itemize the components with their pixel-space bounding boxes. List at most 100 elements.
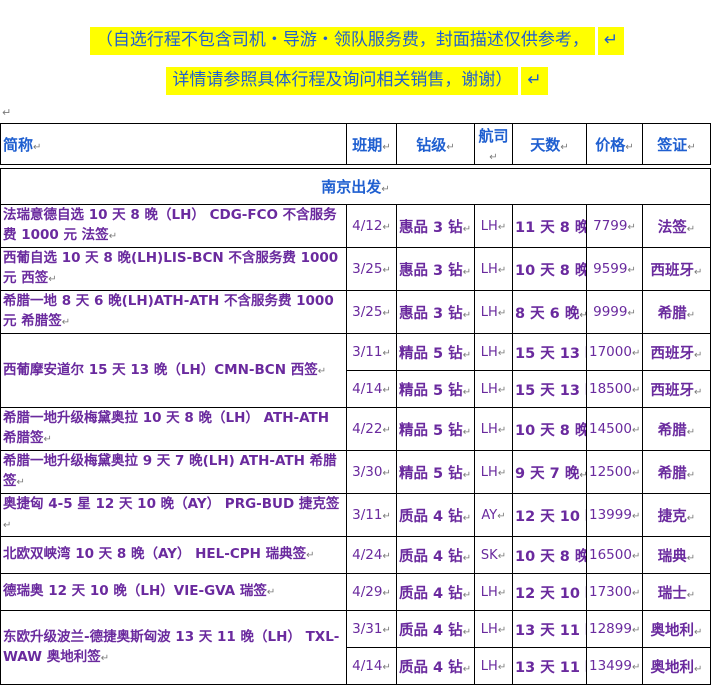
departure-date: 4/12↵ (346, 204, 397, 248)
cell-mark: ↵ (497, 510, 506, 522)
airline-code: LH↵ (474, 204, 513, 248)
grade-level: 精品 5 钻↵ (396, 333, 475, 371)
cell-mark: ↵ (497, 264, 507, 276)
cell-mark: ↵ (686, 426, 696, 438)
visa-country: 西班牙↵ (642, 247, 711, 291)
cell-mark: ↵ (43, 434, 52, 445)
airline-code: LH↵ (474, 333, 513, 371)
grade-level: 惠品 3 钻↵ (396, 204, 475, 248)
visa-country: 奥地利↵ (642, 610, 711, 648)
notice-line-2: 详情请参照具体行程及询问相关销售，谢谢） ↵ (0, 67, 714, 95)
visa-country: 捷克↵ (642, 493, 711, 537)
cell-mark: ↵ (382, 308, 391, 319)
table-row: 德瑞奥 12 天 10 晚（LH）VIE-GVA 瑞签↵ 4/29↵ 质品 4 钻↵… (0, 573, 711, 611)
header-airline: 航司↵ (474, 123, 513, 165)
cell-mark: ↵ (382, 625, 391, 636)
cell-mark: ↵ (579, 470, 585, 481)
cell-mark: ↵ (462, 223, 472, 235)
price-value: 12899↵ (586, 610, 643, 648)
table-row: 北欧双峡湾 10 天 8 晚（AY） HEL-CPH 瑞典签↵ 4/24↵ 质品 4… (0, 536, 711, 574)
departure-date: 3/25↵ (346, 290, 397, 334)
table-row: 法瑞意德自选 10 天 8 晚（LH） CDG-FCO 不含服务费 1000 元… (0, 204, 711, 248)
price-value: 14500↵ (586, 407, 643, 451)
cell-mark: ↵ (694, 663, 703, 675)
cell-mark: ↵ (694, 349, 703, 361)
trip-days: 9 天 7 晚↵ (512, 450, 587, 494)
cell-mark: ↵ (462, 552, 472, 564)
price-value: 17000↵ (586, 333, 643, 371)
header-price: 价格↵ (586, 123, 643, 165)
cell-mark: ↵ (462, 386, 472, 398)
table-row: 东欧升级波兰-德捷奥斯匈波 13 天 11 晚（LH） TXL-WAW 奥地利签… (0, 610, 711, 685)
cell-mark: ↵ (497, 624, 507, 636)
grade-level: 惠品 3 钻↵ (396, 247, 475, 291)
trip-days: 11 天 8 晚↵ (512, 204, 587, 248)
price-value: 13499↵ (586, 647, 643, 685)
cell-mark: ↵ (627, 265, 636, 276)
price-value: 7799↵ (586, 204, 643, 248)
visa-country: 西班牙↵ (642, 370, 711, 408)
grade-level: 质品 4 钻↵ (396, 493, 475, 537)
cell-mark: ↵ (497, 221, 507, 233)
notice-text-2: 详情请参照具体行程及询问相关销售，谢谢） (172, 70, 513, 90)
cell-mark: ↵ (462, 663, 472, 675)
grade-level: 精品 5 钻↵ (396, 407, 475, 451)
tour-name: 希腊一地升级梅黛奥拉 9 天 7 晚(LH) ATH-ATH 希腊签↵ (0, 450, 347, 494)
grade-level: 精品 5 钻↵ (396, 370, 475, 408)
airline-code: LH↵ (474, 610, 513, 648)
trip-days: 12 天 10 晚↵ (512, 573, 587, 611)
cell-mark: ↵ (631, 385, 641, 396)
header-visa: 签证↵ (642, 123, 711, 165)
cell-mark: ↵ (631, 511, 641, 522)
trip-days: 15 天 13 晚↵ (512, 333, 587, 371)
cell-mark: ↵ (627, 308, 636, 319)
cell-mark: ↵ (497, 307, 507, 319)
tour-name: 德瑞奥 12 天 10 晚（LH）VIE-GVA 瑞签↵ (0, 573, 347, 611)
cell-mark: ↵ (497, 347, 507, 359)
header-days: 天数↵ (512, 123, 587, 165)
cell-mark: ↵ (108, 231, 118, 242)
airline-code: SK↵ (474, 536, 513, 574)
tour-name: 法瑞意德自选 10 天 8 晚（LH） CDG-FCO 不含服务费 1000 元… (0, 204, 347, 248)
grade-level: 质品 4 钻↵ (396, 610, 475, 648)
cell-mark: ↵ (3, 520, 12, 531)
cell-mark: ↵ (686, 469, 696, 481)
departure-date: 4/29↵ (346, 573, 397, 611)
cell-mark: ↵ (497, 384, 507, 396)
cell-mark: ↵ (382, 468, 391, 479)
table-header-row: 简称↵ 班期↵ 钻级↵ 航司↵ 天数↵ 价格↵ 签证↵ (0, 123, 711, 165)
table-row: 希腊一地升级梅黛奥拉 10 天 8 晚（LH） ATH-ATH 希腊签↵ 4/22… (0, 407, 711, 451)
table-row: 奥捷匈 4-5 星 12 天 10 晚（AY） PRG-BUD 捷克签↵ 3/11… (0, 493, 711, 537)
tour-name: 西葡自选 10 天 8 晚(LH)LIS-BCN 不含服务费 1000 元 西签… (0, 247, 347, 291)
trip-days: 12 天 10 晚↵ (512, 493, 587, 537)
paragraph-mark: ↵ (597, 27, 625, 55)
visa-country: 西班牙↵ (642, 333, 711, 371)
visa-country: 希腊↵ (642, 407, 711, 451)
tour-name: 西葡摩安道尔 15 天 13 晚（LH）CMN-BCN 西签↵ (0, 333, 347, 408)
cell-mark: ↵ (462, 266, 472, 278)
cell-mark: ↵ (382, 511, 391, 522)
departure-date: 4/14↵ (346, 370, 397, 408)
price-value: 13999↵ (586, 493, 643, 537)
tour-price-table: 简称↵ 班期↵ 钻级↵ 航司↵ 天数↵ 价格↵ 签证↵ 南京出发↵ 法瑞意德自选… (0, 123, 711, 685)
cell-mark: ↵ (382, 588, 391, 599)
price-value: 16500↵ (586, 536, 643, 574)
airline-code: LH↵ (474, 407, 513, 451)
cell-mark: ↵ (686, 552, 696, 564)
cell-mark: ↵ (462, 589, 472, 601)
cell-mark: ↵ (462, 349, 472, 361)
table-row: 西葡自选 10 天 8 晚(LH)LIS-BCN 不含服务费 1000 元 西签… (0, 247, 711, 291)
blank-paragraph-mark: ↵ (2, 106, 12, 119)
cell-mark: ↵ (382, 385, 391, 396)
visa-country: 奥地利↵ (642, 647, 711, 685)
cell-mark: ↵ (382, 551, 391, 562)
grade-level: 质品 4 钻↵ (396, 573, 475, 611)
cell-mark: ↵ (631, 625, 641, 636)
cell-mark: ↵ (382, 222, 391, 233)
cell-mark: ↵ (631, 468, 641, 479)
departure-city: 南京出发↵ (0, 168, 711, 205)
trip-days: 10 天 8 晚↵ (512, 247, 587, 291)
airline-code: LH↵ (474, 370, 513, 408)
grade-level: 质品 4 钻↵ (396, 647, 475, 685)
cell-mark: ↵ (497, 587, 507, 599)
